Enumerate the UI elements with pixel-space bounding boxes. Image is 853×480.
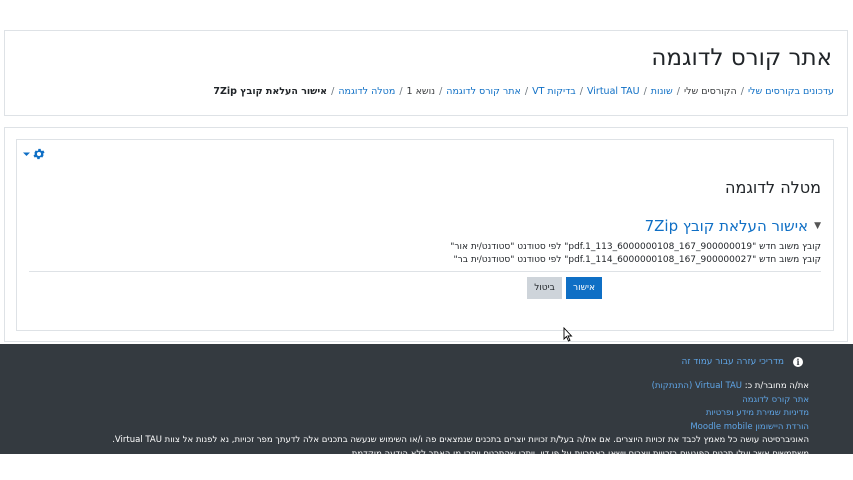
breadcrumb-separator: / (579, 86, 583, 97)
help-line: i מדריכי עזרה עבור עמוד זה (681, 357, 803, 367)
section-heading[interactable]: ▼ אישור העלאת קובץ 7Zip (645, 217, 821, 235)
breadcrumb-my-courses: הקורסים שלי (683, 86, 737, 97)
feedback-file-list: קובץ משוב חדש "pdf.1_113_6000000108_167_… (450, 241, 821, 267)
breadcrumb-separator: / (643, 86, 647, 97)
breadcrumb-virtual-tau[interactable]: Virtual TAU (587, 86, 640, 97)
settings-menu-toggle[interactable] (23, 147, 46, 161)
mobile-app-link[interactable]: הורדת היישומון Moodle mobile (690, 422, 809, 432)
logged-in-prefix: את/ה מחובר/ת כ: (742, 381, 809, 391)
breadcrumb-topic-1: נושא 1 (406, 86, 436, 97)
breadcrumb-separator: / (676, 86, 680, 97)
breadcrumb-current: אישור העלאת קובץ 7Zip (213, 86, 328, 97)
footer-course-link[interactable]: אתר קורס לדוגמה (742, 395, 809, 405)
section-title: אישור העלאת קובץ 7Zip (644, 217, 809, 235)
feedback-file-item: קובץ משוב חדש "pdf.1_114_6000000108_167_… (453, 255, 821, 265)
gear-icon (32, 147, 46, 161)
profile-link[interactable]: Virtual TAU (695, 381, 742, 391)
confirm-button[interactable]: אישור (566, 277, 602, 299)
breadcrumb: עדכונים בקורסים שלי / הקורסים שלי / שונו… (213, 86, 834, 97)
divider (29, 271, 821, 272)
info-icon: i (793, 357, 803, 367)
breadcrumb-my-courses-updates[interactable]: עדכונים בקורסים שלי (748, 86, 834, 97)
breadcrumb-example-assignment[interactable]: מטלה לדוגמה (338, 86, 395, 97)
logout-link[interactable]: (התנתקות) (652, 381, 693, 391)
footer-info: את/ה מחובר/ת כ: Virtual TAU (התנתקות) את… (112, 380, 809, 448)
breadcrumb-vt-tests[interactable]: בדיקות VT (532, 86, 576, 97)
breadcrumb-separator: / (524, 86, 529, 97)
feedback-file-item: קובץ משוב חדש "pdf.1_113_6000000108_167_… (450, 242, 821, 252)
page-header: אתר קורס לדוגמה עדכונים בקורסים שלי / הק… (4, 30, 848, 116)
page-footer: i מדריכי עזרה עבור עמוד זה את/ה מחובר/ת … (0, 344, 853, 454)
collapse-triangle-icon[interactable]: ▼ (814, 221, 821, 231)
privacy-policy-link[interactable]: מדיניות שמירת מידע ופרטיות (706, 408, 809, 418)
module-title: מטלה לדוגמה (725, 178, 821, 197)
breadcrumb-separator: / (331, 86, 335, 97)
breadcrumb-example-course[interactable]: אתר קורס לדוגמה (446, 86, 521, 97)
logged-in-line: את/ה מחובר/ת כ: Virtual TAU (התנתקות) (112, 380, 809, 394)
course-title: אתר קורס לדוגמה (651, 45, 832, 71)
copyright-disclaimer: האוניברסיטה עושה כל מאמץ לכבד את זכויות … (112, 435, 809, 445)
breadcrumb-separator: / (439, 86, 443, 97)
action-buttons: ביטול אישור (527, 277, 602, 299)
content-card: מטלה לדוגמה ▼ אישור העלאת קובץ 7Zip קובץ… (16, 139, 834, 331)
breadcrumb-misc[interactable]: שונות (651, 86, 673, 97)
breadcrumb-separator: / (740, 86, 744, 97)
main-region: מטלה לדוגמה ▼ אישור העלאת קובץ 7Zip קובץ… (4, 127, 848, 342)
caret-down-icon (23, 151, 30, 157)
help-guides-link[interactable]: מדריכי עזרה עבור עמוד זה (681, 357, 784, 367)
breadcrumb-separator: / (399, 86, 403, 97)
footer-cut-line: משתמשים אשר יעלו תכנים הפוגעים בזכויות י… (349, 449, 809, 454)
cancel-button[interactable]: ביטול (527, 277, 562, 299)
